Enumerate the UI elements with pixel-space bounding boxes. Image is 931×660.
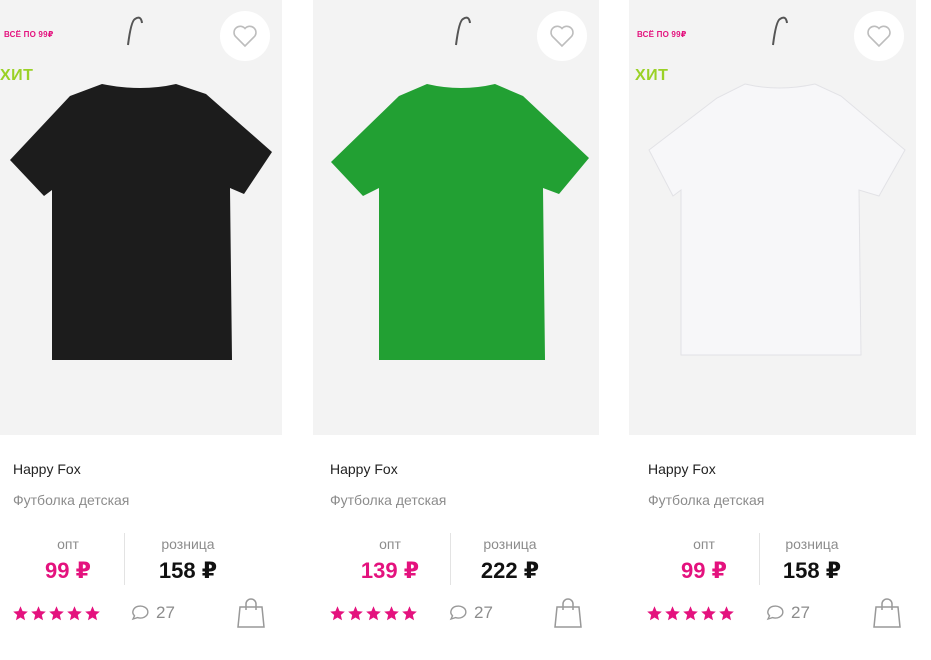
shopping-bag-icon [237,598,265,628]
star-icon [30,605,47,622]
wholesale-label: опт [57,536,79,552]
product-image[interactable]: ВСЁ ПО 99₽ ХИТ [629,0,916,435]
star-icon [383,605,400,622]
wholesale-label: опт [379,536,401,552]
tshirt-image [648,16,906,356]
comments-count: 27 [791,603,810,622]
wholesale-price: опт 99 ₽ [8,535,128,587]
rating-stars [329,605,418,622]
wholesale-value: 99 ₽ [681,558,727,583]
star-icon [66,605,83,622]
product-brand[interactable]: Happy Fox [13,461,81,477]
retail-price: розница 158 ₽ [128,535,248,587]
heart-icon [233,25,257,48]
product-image[interactable] [313,0,599,435]
sale-badge: ВСЁ ПО 99₽ [637,30,687,39]
wholesale-value: 99 ₽ [45,558,91,583]
favorite-button[interactable] [854,11,904,61]
star-icon [12,605,29,622]
shopping-bag-icon [554,598,582,628]
add-to-cart-button[interactable] [553,597,583,629]
heart-icon [867,25,891,48]
product-brand[interactable]: Happy Fox [330,461,398,477]
star-icon [718,605,735,622]
retail-price: розница 222 ₽ [450,535,570,587]
product-name[interactable]: Футболка детская [13,492,129,508]
sale-badge: ВСЁ ПО 99₽ [4,30,54,39]
star-icon [84,605,101,622]
wholesale-label: опт [693,536,715,552]
retail-label: розница [483,536,537,552]
product-name[interactable]: Футболка детская [648,492,764,508]
price-divider [124,533,125,585]
add-to-cart-button[interactable] [872,597,902,629]
star-icon [664,605,681,622]
wholesale-price: опт 139 ₽ [330,535,450,587]
product-brand[interactable]: Happy Fox [648,461,716,477]
shopping-bag-icon [873,598,901,628]
comments-link[interactable]: 27 [448,603,493,623]
retail-label: розница [785,536,839,552]
star-icon [347,605,364,622]
star-icon [48,605,65,622]
product-image[interactable]: ВСЁ ПО 99₽ ХИТ [0,0,282,435]
star-icon [682,605,699,622]
star-icon [700,605,717,622]
comment-bubble-icon [449,605,467,621]
wholesale-value: 139 ₽ [360,558,420,583]
favorite-button[interactable] [220,11,270,61]
product-name[interactable]: Футболка детская [330,492,446,508]
star-icon [646,605,663,622]
rating-stars [12,605,101,622]
comments-count: 27 [474,603,493,622]
star-icon [365,605,382,622]
comments-link[interactable]: 27 [130,603,175,623]
comment-bubble-icon [766,605,784,621]
heart-icon [550,25,574,48]
product-card[interactable]: Happy Fox Футболка детская опт 139 ₽ роз… [313,0,599,660]
rating-stars [646,605,735,622]
wholesale-price: опт 99 ₽ [644,535,764,587]
retail-price: розница 158 ₽ [752,535,872,587]
favorite-button[interactable] [537,11,587,61]
tshirt-image [10,16,272,360]
comment-bubble-icon [131,605,149,621]
tshirt-image [331,16,589,360]
retail-label: розница [161,536,215,552]
comments-link[interactable]: 27 [765,603,810,623]
comments-count: 27 [156,603,175,622]
retail-value: 222 ₽ [480,558,540,583]
product-card[interactable]: ВСЁ ПО 99₽ ХИТ Happy Fox Футболка детска… [629,0,916,660]
add-to-cart-button[interactable] [236,597,266,629]
product-card[interactable]: ВСЁ ПО 99₽ ХИТ Happy Fox Футболка детска… [0,0,282,660]
retail-value: 158 ₽ [782,558,842,583]
star-icon [401,605,418,622]
retail-value: 158 ₽ [158,558,218,583]
hit-badge: ХИТ [635,67,669,84]
hit-badge: ХИТ [0,67,34,84]
star-icon [329,605,346,622]
